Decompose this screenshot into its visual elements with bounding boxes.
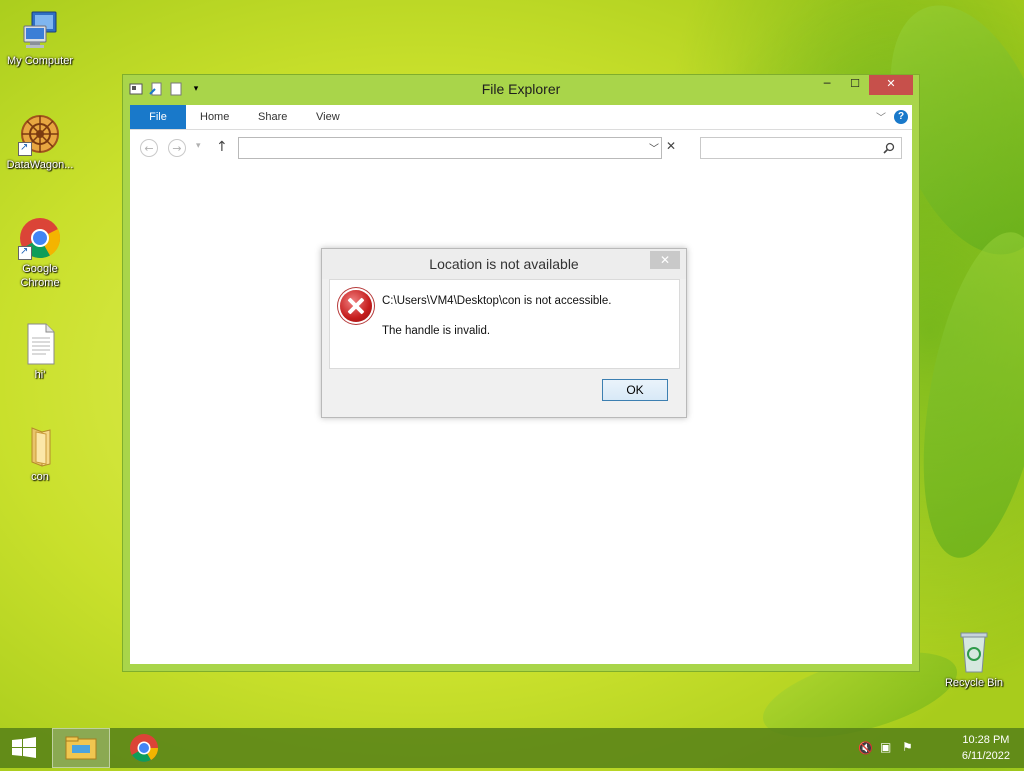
- wallpaper-leaf: [902, 222, 1024, 568]
- recent-locations-icon[interactable]: ▾: [196, 141, 201, 151]
- desktop-icon-label: My Computer: [6, 55, 74, 67]
- shortcut-arrow-icon: [18, 245, 32, 260]
- desktop-icon-my-computer[interactable]: My Computer: [0, 8, 80, 68]
- action-center-icon[interactable]: ⚑: [902, 740, 913, 754]
- shortcut-arrow-icon: [18, 141, 32, 156]
- tab-share[interactable]: Share: [258, 105, 287, 129]
- desktop-icon-con-folder[interactable]: con: [0, 424, 80, 484]
- desktop-icon-hi-file[interactable]: hi': [0, 322, 80, 382]
- text-file-icon: [18, 322, 62, 366]
- ok-button[interactable]: OK: [602, 379, 668, 401]
- desktop-icon-google-chrome[interactable]: Google Chrome: [0, 216, 80, 290]
- clock-date: 6/11/2022: [961, 750, 1010, 762]
- clock-time: 10:28 PM: [962, 734, 1010, 746]
- desktop-icon-recycle-bin[interactable]: Recycle Bin: [934, 630, 1014, 690]
- forward-icon[interactable]: →: [168, 139, 186, 157]
- search-icon: [883, 142, 895, 154]
- datawagon-icon: [18, 112, 62, 156]
- search-box[interactable]: [700, 137, 902, 159]
- clear-address-icon[interactable]: ✕: [666, 139, 676, 153]
- dialog-detail: The handle is invalid.: [382, 325, 491, 337]
- recycle-bin-icon: [952, 630, 996, 674]
- clock[interactable]: 10:28 PM 6/11/2022: [962, 732, 1010, 764]
- start-button[interactable]: [0, 728, 48, 768]
- computer-icon: [18, 8, 62, 52]
- dialog-close-icon[interactable]: ✕: [650, 251, 680, 269]
- volume-muted-icon[interactable]: 🔇: [858, 741, 873, 755]
- title-bar[interactable]: ▾ File Explorer ─ ☐ ✕: [123, 75, 919, 105]
- chrome-icon: [130, 734, 158, 762]
- close-icon[interactable]: ✕: [869, 75, 913, 95]
- chrome-icon: [18, 216, 62, 260]
- network-icon[interactable]: ▣: [880, 740, 891, 754]
- dialog-message: C:\Users\VM4\Desktop\con is not accessib…: [382, 295, 612, 307]
- tab-file[interactable]: File: [130, 105, 186, 129]
- desktop-icon-label: Google: [22, 263, 58, 275]
- file-explorer-icon: [65, 736, 97, 760]
- back-icon[interactable]: ←: [140, 139, 158, 157]
- minimize-icon[interactable]: ─: [813, 75, 841, 95]
- ribbon-tabs: File Home Share View ﹀ ?: [130, 105, 912, 130]
- desktop-icon-label: Chrome: [20, 277, 60, 289]
- taskbar: 🔇 ▣ ⚑ 10:28 PM 6/11/2022: [0, 728, 1024, 768]
- tab-view[interactable]: View: [316, 105, 340, 129]
- system-tray: 🔇 ▣ ⚑ 10:28 PM 6/11/2022: [854, 728, 1024, 768]
- dialog-title: Location is not available: [429, 256, 579, 272]
- address-dropdown-icon[interactable]: ﹀: [649, 140, 659, 155]
- error-icon: [340, 290, 372, 322]
- taskbar-file-explorer[interactable]: [52, 728, 110, 768]
- taskbar-google-chrome[interactable]: [118, 728, 170, 768]
- window-controls: ─ ☐ ✕: [813, 75, 913, 95]
- desktop-icon-datawagon[interactable]: DataWagon...: [0, 112, 80, 172]
- maximize-icon[interactable]: ☐: [841, 75, 869, 95]
- desktop-icon-label: DataWagon...: [6, 159, 74, 171]
- up-icon[interactable]: ↑: [216, 139, 228, 155]
- desktop-icon-label: Recycle Bin: [944, 677, 1004, 689]
- location-error-dialog[interactable]: Location is not available ✕ C:\Users\VM4…: [321, 248, 687, 418]
- folder-icon: [18, 424, 62, 468]
- start-icon: [12, 737, 36, 758]
- tab-home[interactable]: Home: [200, 105, 229, 129]
- help-icon[interactable]: ?: [894, 110, 908, 124]
- dialog-content: C:\Users\VM4\Desktop\con is not accessib…: [329, 279, 680, 369]
- dialog-title-bar[interactable]: Location is not available ✕: [322, 249, 686, 279]
- desktop-icon-label: con: [31, 471, 49, 483]
- address-bar[interactable]: ﹀: [238, 137, 662, 159]
- expand-ribbon-icon[interactable]: ﹀: [876, 109, 886, 124]
- navigation-bar: ← → ▾ ↑ ﹀ ✕: [130, 130, 912, 166]
- window-title: File Explorer: [481, 81, 561, 97]
- desktop-icon-label: hi': [34, 369, 46, 381]
